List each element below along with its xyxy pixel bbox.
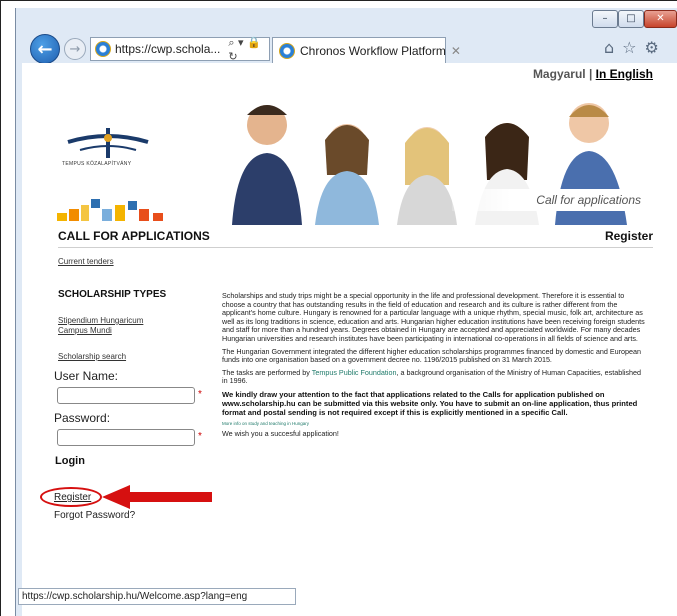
tab-chronos[interactable]: Chronos Workflow Platform ✕ [272,37,461,63]
colored-blocks-decoration [57,199,163,221]
logo-text: TEMPUS KÖZALAPÍTVÁNY [62,161,132,167]
username-input[interactable] [57,387,195,404]
ie-favicon-icon [95,41,111,57]
forward-button[interactable]: → [64,38,86,60]
register-link[interactable]: Register [54,492,91,503]
more-info-link[interactable]: More info on study and teaching in Hunga… [222,421,646,427]
hero-caption: Call for applications [452,189,647,211]
scholarship-search-link[interactable]: Scholarship search [58,352,126,361]
address-text[interactable]: https://cwp.schola... [115,42,220,56]
current-tenders-link[interactable]: Current tenders [58,257,114,266]
favorites-star-icon[interactable]: ☆ [622,38,636,57]
campus-mundi-link[interactable]: Campus Mundi [58,326,112,335]
username-required-mark: * [198,389,202,400]
red-arrow-annotation [102,485,212,509]
forgot-password-link[interactable]: Forgot Password? [54,510,135,521]
forward-arrow-icon: → [69,41,81,57]
back-arrow-icon: ← [37,38,53,60]
tempus-foundation-link[interactable]: Tempus Public Foundation [312,368,397,377]
tab-label: Chronos Workflow Platform [300,43,446,58]
status-bar-url: https://cwp.scholarship.hu/Welcome.asp?l… [18,588,296,605]
minimize-button[interactable]: – [592,10,618,28]
minimize-icon: – [602,13,608,24]
paragraph-2: The Hungarian Government integrated the … [222,346,641,365]
page-content: Magyarul | In English TEMPUS KÖZALAPÍTVÁ… [22,63,677,616]
lang-english-link[interactable]: In English [596,67,653,81]
maximize-icon: □ [626,13,636,24]
settings-gear-icon[interactable]: ⚙ [645,38,659,57]
address-tools-icons[interactable]: ⌕ ▾ 🔒 ↻ [228,36,269,63]
address-bar[interactable]: https://cwp.schola... ⌕ ▾ 🔒 ↻ [90,36,270,63]
back-button[interactable]: ← [30,34,60,64]
maximize-button[interactable]: □ [618,10,644,28]
register-heading-link[interactable]: Register [605,229,653,243]
paragraph-notice: We kindly draw your attention to the fac… [222,389,638,417]
password-required-mark: * [198,431,202,442]
lang-hungarian-link[interactable]: Magyarul [533,67,586,81]
browser-toolbar-icons: ⌂ ☆ ⚙ [604,38,659,57]
paragraph-1: Scholarships and study trips might be a … [222,291,645,343]
page-title: CALL FOR APPLICATIONS [58,229,210,243]
username-label: User Name: [54,369,119,383]
lang-separator: | [585,67,596,81]
language-switcher: Magyarul | In English [533,67,653,81]
intro-text: Scholarships and study trips might be a … [222,291,646,443]
stipendium-hungaricum-link[interactable]: Stipendium Hungaricum [58,316,143,325]
scholarship-types-heading: SCHOLARSHIP TYPES [58,289,167,300]
password-label: Password: [54,411,111,425]
wish-text: We wish you a succesful application! [222,428,339,438]
close-icon: ✕ [656,13,665,24]
login-button[interactable]: Login [55,455,85,467]
tempus-logo-icon[interactable] [58,120,158,180]
paragraph-3: The tasks are performed by Tempus Public… [222,368,646,386]
password-input[interactable] [57,429,195,446]
tab-favicon-icon [279,42,295,59]
header-divider [58,247,653,248]
close-window-button[interactable]: ✕ [644,10,677,28]
home-icon[interactable]: ⌂ [604,38,614,57]
tab-close-icon[interactable]: ✕ [451,44,461,58]
